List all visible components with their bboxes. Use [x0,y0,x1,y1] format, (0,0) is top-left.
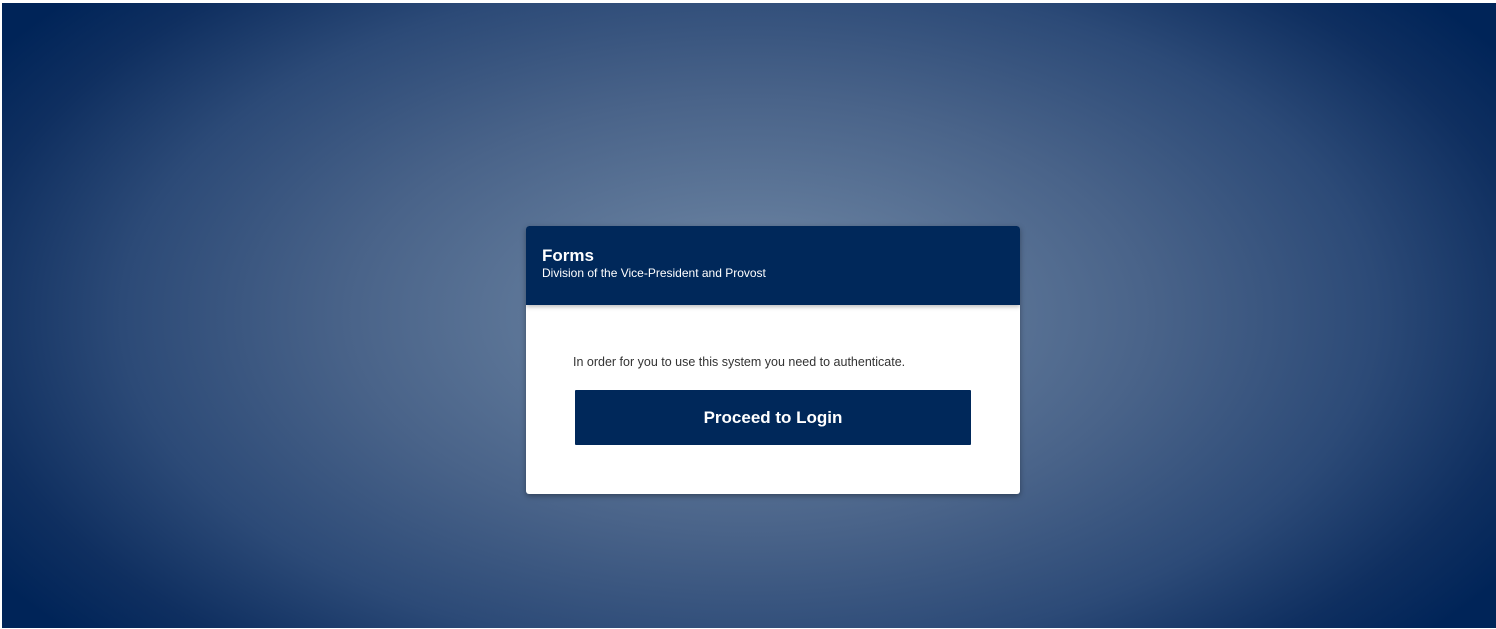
auth-message: In order for you to use this system you … [573,355,906,369]
login-card: Forms Division of the Vice-President and… [526,226,1020,494]
app-subtitle: Division of the Vice-President and Provo… [542,266,766,280]
proceed-to-login-button[interactable]: Proceed to Login [575,390,971,445]
card-header: Forms Division of the Vice-President and… [526,226,1020,305]
card-body: In order for you to use this system you … [526,305,1020,494]
page-background: Forms Division of the Vice-President and… [2,3,1496,628]
app-title: Forms [542,246,594,265]
